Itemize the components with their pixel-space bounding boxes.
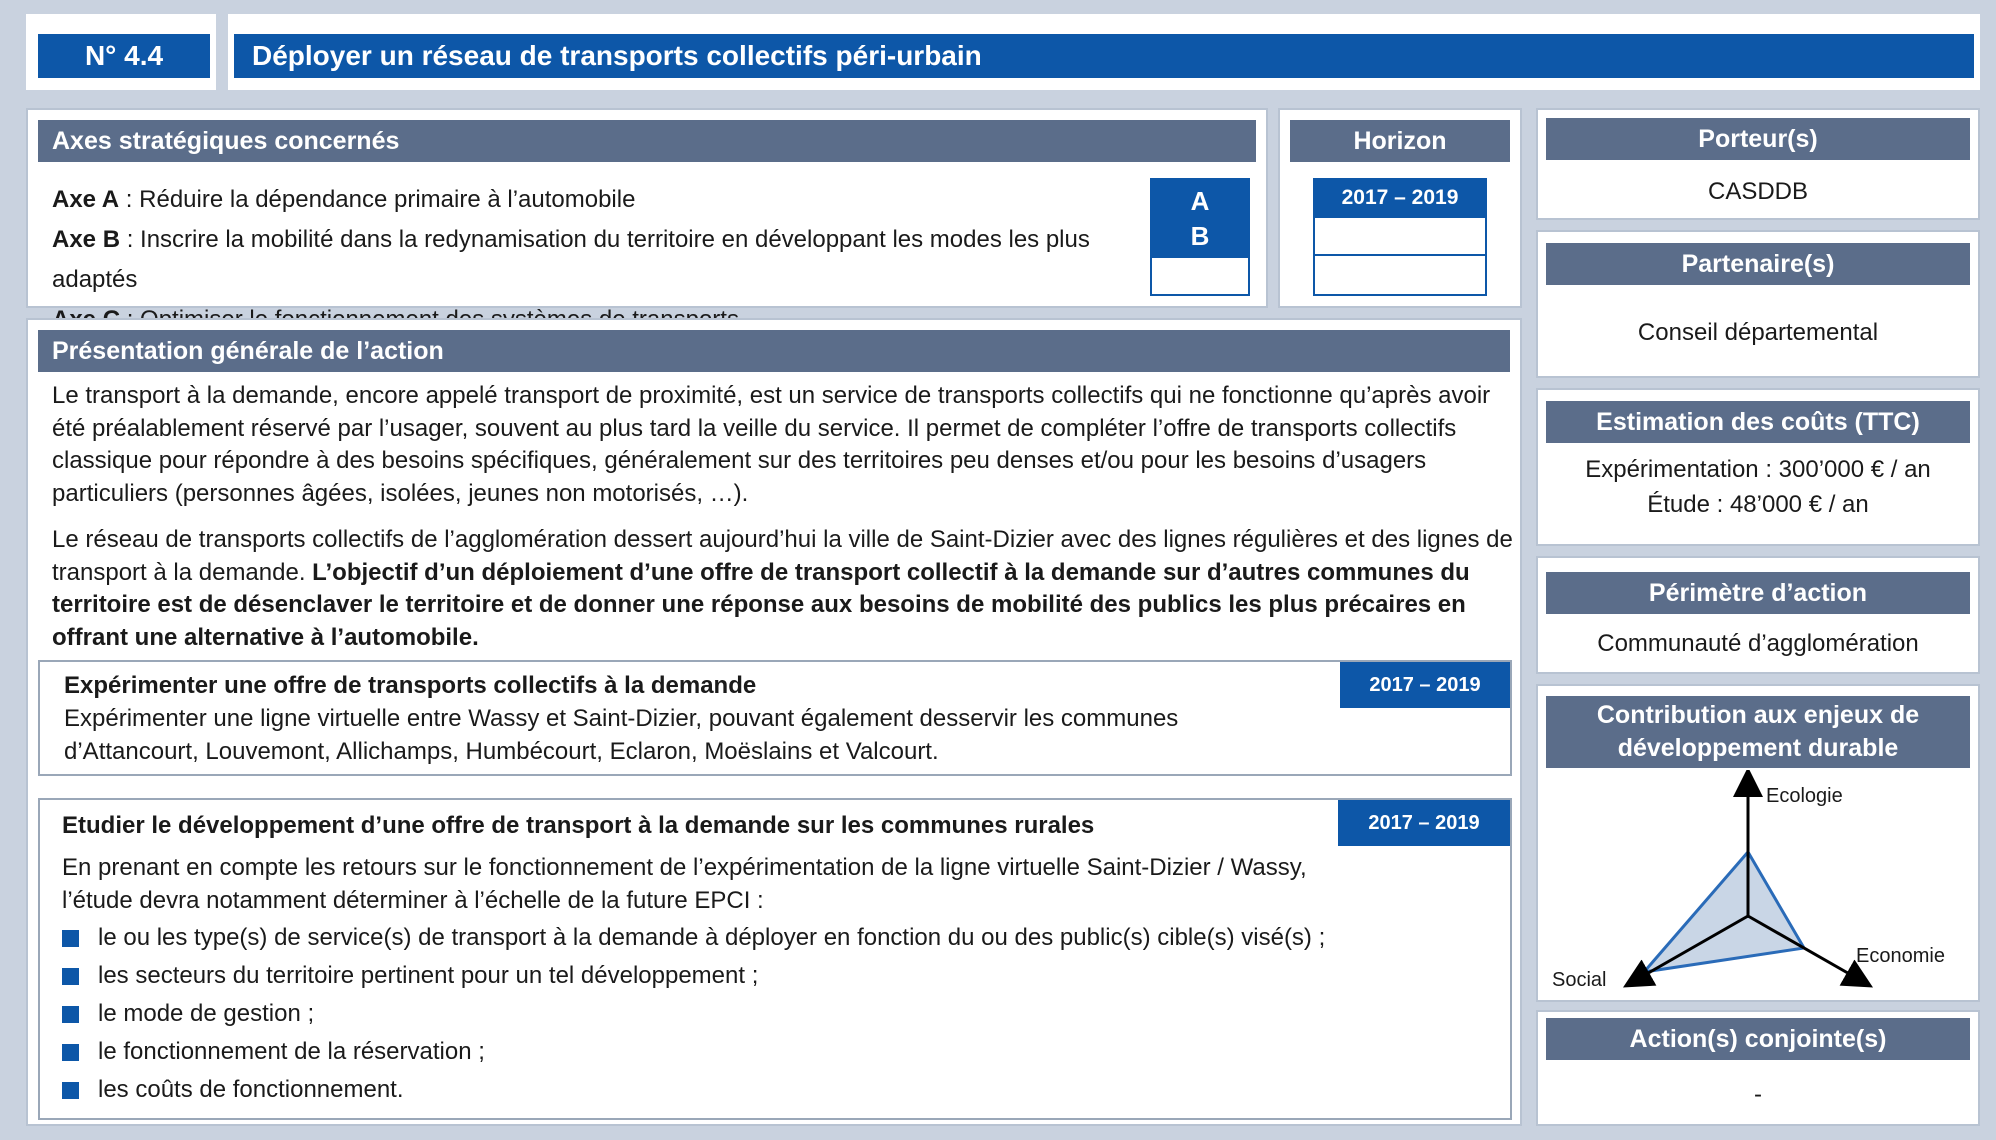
axe-a-text: : Réduire la dépendance primaire à l’aut…: [119, 186, 636, 213]
bullet-item: les coûts de fonctionnement.: [62, 1071, 1362, 1109]
bullet-item: le mode de gestion ;: [62, 995, 1362, 1033]
axe-a-line: Axe A : Réduire la dépendance primaire à…: [52, 180, 1132, 220]
page-title: Déployer un réseau de transports collect…: [234, 34, 1974, 78]
axes-selected-c: [1150, 256, 1250, 296]
conjointes-heading: Action(s) conjointe(s): [1546, 1018, 1970, 1060]
title-separator: [216, 14, 228, 90]
radar-fill: [1640, 849, 1807, 975]
couts-heading: Estimation des coûts (TTC): [1546, 401, 1970, 443]
action2-bullets: le ou les type(s) de service(s) de trans…: [62, 919, 1362, 1109]
partenaires-heading: Partenaire(s): [1546, 243, 1970, 285]
horizon-cell-1: 2017 – 2019: [1313, 178, 1487, 218]
perimetre-value: Communauté d’agglomération: [1597, 630, 1919, 657]
bullet-text: le fonctionnement de la réservation ;: [98, 1038, 485, 1065]
action1-period: 2017 – 2019: [1340, 662, 1510, 708]
sustainability-radar: Ecologie Economie Social: [1552, 770, 1945, 991]
couts-line2: Étude : 48’000 € / an: [1647, 491, 1869, 518]
axis-ecologie-label: Ecologie: [1766, 785, 1843, 807]
axis-economie-label: Economie: [1856, 945, 1945, 967]
bullet-square-icon: [62, 1043, 79, 1061]
axes-heading: Axes stratégiques concernés: [38, 120, 1256, 162]
axe-b-text: : Inscrire la mobilité dans la redynamis…: [52, 226, 1090, 293]
bullet-text: le mode de gestion ;: [98, 1000, 315, 1027]
presentation-p1: Le transport à la demande, encore appelé…: [52, 382, 1491, 507]
bullet-item: le fonctionnement de la réservation ;: [62, 1033, 1362, 1071]
porteur-heading: Porteur(s): [1546, 118, 1970, 160]
action-number: N° 4.4: [38, 34, 210, 78]
bullet-text: le ou les type(s) de service(s) de trans…: [98, 924, 1326, 951]
partenaires-value: Conseil départemental: [1637, 319, 1879, 346]
bullet-text: les coûts de fonctionnement.: [98, 1076, 404, 1103]
axe-b-label: Axe B: [52, 226, 121, 253]
action2-period: 2017 – 2019: [1338, 800, 1510, 846]
bullet-square-icon: [62, 929, 79, 947]
horizon-cell-2: [1313, 218, 1487, 256]
conjointes-value: -: [1754, 1081, 1762, 1108]
contribution-heading-line2: développement durable: [1617, 734, 1899, 762]
perimetre-heading: Périmètre d’action: [1546, 572, 1970, 614]
presentation-heading: Présentation générale de l’action: [38, 330, 1510, 372]
bullet-square-icon: [62, 967, 79, 985]
bullet-text: les secteurs du territoire pertinent pou…: [98, 962, 759, 989]
axe-b-line: Axe B : Inscrire la mobilité dans la red…: [52, 220, 1132, 300]
bullet-square-icon: [62, 1081, 79, 1099]
contribution-heading-line1: Contribution aux enjeux de: [1596, 701, 1920, 729]
presentation-p2: Le réseau de transports collectifs de l’…: [52, 524, 1514, 654]
axes-list: Axe A : Réduire la dépendance primaire à…: [52, 180, 1132, 340]
action2-intro: En prenant en compte les retours sur le …: [62, 854, 1307, 914]
axes-selected-b: B: [1150, 218, 1250, 256]
action1-text: Expérimenter une ligne virtuelle entre W…: [64, 705, 1179, 765]
axis-social-label: Social: [1552, 969, 1606, 991]
bullet-item: les secteurs du territoire pertinent pou…: [62, 957, 1362, 995]
horizon-heading: Horizon: [1290, 120, 1510, 162]
action1-title: Expérimenter une offre de transports col…: [64, 672, 757, 699]
bullet-item: le ou les type(s) de service(s) de trans…: [62, 919, 1362, 957]
axe-a-label: Axe A: [52, 186, 120, 213]
contribution-heading: Contribution aux enjeux de développement…: [1546, 696, 1970, 768]
porteur-value: CASDDB: [1707, 178, 1809, 205]
action2-title: Etudier le développement d’une offre de …: [62, 812, 1095, 839]
horizon-cell-3: [1313, 254, 1487, 296]
axes-selected-a: A: [1150, 178, 1250, 222]
couts-line1: Expérimentation : 300’000 € / an: [1585, 456, 1931, 483]
bullet-square-icon: [62, 1005, 79, 1023]
